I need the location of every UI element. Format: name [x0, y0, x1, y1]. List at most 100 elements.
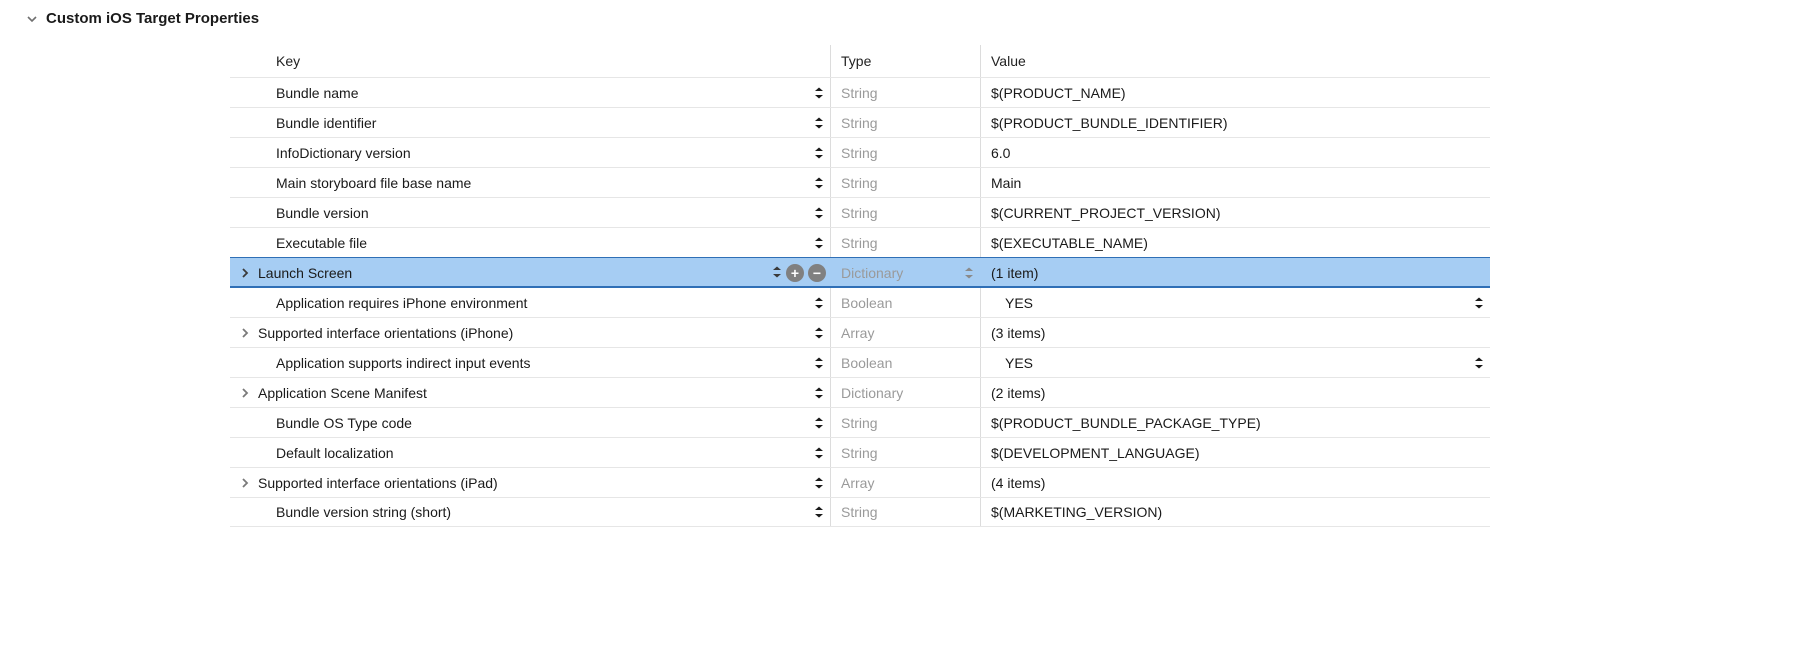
table-row[interactable]: Main storyboard file base name String Main: [230, 167, 1490, 197]
key-cell[interactable]: Supported interface orientations (iPad): [230, 475, 830, 491]
key-stepper-icon[interactable]: [814, 357, 824, 369]
type-cell[interactable]: String: [830, 498, 980, 526]
key-stepper-icon[interactable]: [814, 147, 824, 159]
value-cell[interactable]: $(MARKETING_VERSION): [980, 498, 1490, 526]
value-stepper-icon[interactable]: [1474, 357, 1484, 369]
type-cell[interactable]: String: [830, 78, 980, 107]
add-row-button[interactable]: [786, 264, 804, 282]
value-cell[interactable]: $(EXECUTABLE_NAME): [980, 228, 1490, 257]
key-label: Launch Screen: [258, 265, 352, 281]
table-row[interactable]: Application supports indirect input even…: [230, 347, 1490, 377]
key-label: Main storyboard file base name: [276, 175, 471, 191]
key-cell[interactable]: Default localization: [230, 445, 830, 461]
key-label: Bundle identifier: [276, 115, 376, 131]
header-key[interactable]: Key: [230, 53, 830, 69]
type-cell[interactable]: String: [830, 108, 980, 137]
table-row[interactable]: Supported interface orientations (iPad)A…: [230, 467, 1490, 497]
key-stepper-icon[interactable]: [814, 506, 824, 518]
table-row[interactable]: Supported interface orientations (iPhone…: [230, 317, 1490, 347]
type-cell[interactable]: Boolean: [830, 288, 980, 317]
table-row[interactable]: InfoDictionary versionString6.0: [230, 137, 1490, 167]
key-stepper-icon[interactable]: [814, 447, 824, 459]
type-cell[interactable]: Dictionary: [830, 378, 980, 407]
key-cell[interactable]: Main storyboard file base name: [230, 175, 830, 191]
value-cell[interactable]: YES: [980, 348, 1490, 377]
type-cell[interactable]: String: [830, 198, 980, 227]
disclosure-triangle-icon[interactable]: [236, 388, 254, 398]
header-value[interactable]: Value: [980, 45, 1490, 77]
value-cell[interactable]: YES: [980, 288, 1490, 317]
value-label: (2 items): [991, 385, 1045, 401]
table-header: Key Type Value: [230, 45, 1490, 77]
key-stepper-icon[interactable]: [814, 417, 824, 429]
type-cell[interactable]: String: [830, 138, 980, 167]
type-label: String: [841, 175, 878, 191]
type-cell[interactable]: Dictionary: [830, 258, 980, 287]
value-cell[interactable]: $(PRODUCT_BUNDLE_PACKAGE_TYPE): [980, 408, 1490, 437]
table-row[interactable]: Launch Screen Dictionary(1 item): [230, 257, 1490, 287]
type-cell[interactable]: String: [830, 168, 980, 197]
type-label: String: [841, 504, 878, 520]
value-label: $(PRODUCT_BUNDLE_PACKAGE_TYPE): [991, 415, 1261, 431]
chevron-down-icon: [26, 13, 38, 25]
type-cell[interactable]: Array: [830, 318, 980, 347]
key-stepper-icon[interactable]: [772, 265, 782, 281]
remove-row-button[interactable]: [808, 264, 826, 282]
table-row[interactable]: Executable fileString$(EXECUTABLE_NAME): [230, 227, 1490, 257]
key-stepper-icon[interactable]: [814, 327, 824, 339]
key-stepper-icon[interactable]: [814, 87, 824, 99]
type-label: String: [841, 415, 878, 431]
key-cell[interactable]: Application supports indirect input even…: [230, 355, 830, 371]
value-cell[interactable]: 6.0: [980, 138, 1490, 167]
key-stepper-icon[interactable]: [814, 207, 824, 219]
table-row[interactable]: Application Scene ManifestDictionary (2 i…: [230, 377, 1490, 407]
table-row[interactable]: Bundle name String$(PRODUCT_NAME): [230, 77, 1490, 107]
key-cell[interactable]: Application Scene Manifest: [230, 385, 830, 401]
type-cell[interactable]: String: [830, 438, 980, 467]
type-cell[interactable]: String: [830, 408, 980, 437]
key-stepper-icon[interactable]: [814, 297, 824, 309]
type-cell[interactable]: Array: [830, 468, 980, 497]
type-cell[interactable]: String: [830, 228, 980, 257]
key-stepper-icon[interactable]: [814, 387, 824, 399]
key-cell[interactable]: Bundle OS Type code: [230, 415, 830, 431]
disclosure-triangle-icon[interactable]: [236, 328, 254, 338]
key-cell[interactable]: Bundle version: [230, 205, 830, 221]
type-stepper-icon[interactable]: [964, 267, 974, 279]
value-cell[interactable]: (2 items): [980, 378, 1490, 407]
key-stepper-icon[interactable]: [814, 117, 824, 129]
key-cell[interactable]: Bundle name: [230, 85, 830, 101]
value-cell[interactable]: (1 item): [980, 258, 1490, 287]
key-cell[interactable]: InfoDictionary version: [230, 145, 830, 161]
value-cell[interactable]: (3 items): [980, 318, 1490, 347]
table-row[interactable]: Bundle version string (short) String $(MAR…: [230, 497, 1490, 527]
value-cell[interactable]: (4 items): [980, 468, 1490, 497]
value-cell[interactable]: $(PRODUCT_NAME): [980, 78, 1490, 107]
key-cell[interactable]: Supported interface orientations (iPhone…: [230, 325, 830, 341]
section-header[interactable]: Custom iOS Target Properties: [26, 10, 1800, 27]
disclosure-triangle-icon[interactable]: [236, 268, 254, 278]
key-label: Bundle name: [276, 85, 359, 101]
key-cell[interactable]: Bundle version string (short): [230, 504, 830, 520]
value-cell[interactable]: Main: [980, 168, 1490, 197]
key-cell[interactable]: Launch Screen: [230, 265, 830, 281]
value-cell[interactable]: $(PRODUCT_BUNDLE_IDENTIFIER): [980, 108, 1490, 137]
table-row[interactable]: Bundle versionString$(CURRENT_PROJECT_VE…: [230, 197, 1490, 227]
table-row[interactable]: Application requires iPhone environment B…: [230, 287, 1490, 317]
key-cell[interactable]: Application requires iPhone environment: [230, 295, 830, 311]
key-stepper-icon[interactable]: [814, 477, 824, 489]
key-stepper-icon[interactable]: [814, 237, 824, 249]
table-row[interactable]: Bundle identifier String$(PRODUCT_BUNDLE_…: [230, 107, 1490, 137]
key-label: Application requires iPhone environment: [276, 295, 527, 311]
table-row[interactable]: Default localizationString$(DEVELOPMENT_…: [230, 437, 1490, 467]
key-cell[interactable]: Bundle identifier: [230, 115, 830, 131]
value-cell[interactable]: $(DEVELOPMENT_LANGUAGE): [980, 438, 1490, 467]
key-cell[interactable]: Executable file: [230, 235, 830, 251]
value-stepper-icon[interactable]: [1474, 297, 1484, 309]
key-stepper-icon[interactable]: [814, 177, 824, 189]
disclosure-triangle-icon[interactable]: [236, 478, 254, 488]
type-cell[interactable]: Boolean: [830, 348, 980, 377]
value-cell[interactable]: $(CURRENT_PROJECT_VERSION): [980, 198, 1490, 227]
header-type[interactable]: Type: [830, 45, 980, 77]
table-row[interactable]: Bundle OS Type code String $(PRODUCT_BUNDL…: [230, 407, 1490, 437]
